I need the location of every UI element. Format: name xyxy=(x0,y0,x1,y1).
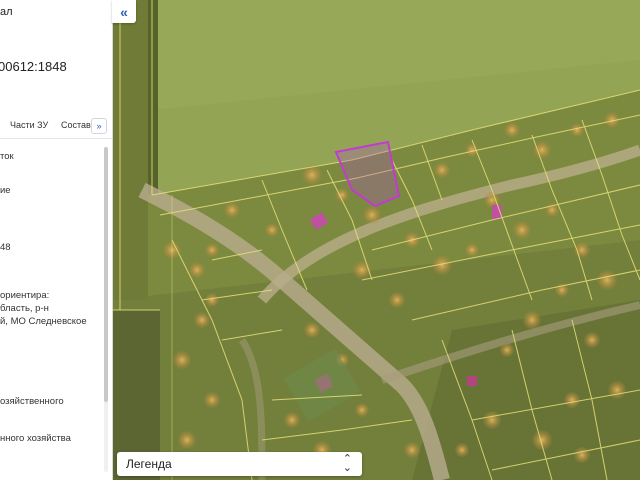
tab-composition[interactable]: Состав xyxy=(61,120,91,130)
satellite-map xyxy=(112,0,640,480)
field-line: й, МО Следневское xyxy=(0,316,87,327)
map-view[interactable] xyxy=(112,0,640,480)
field-line: озяйственного xyxy=(0,396,64,407)
info-panel: ал 00612:1848 Части ЗУ Состав » ток ие 4… xyxy=(0,0,113,480)
field-line: ие xyxy=(0,185,11,196)
field-line: ток xyxy=(0,151,14,162)
chevron-updown-icon: ⌃ ⌄ xyxy=(342,453,352,474)
legend-label: Легенда xyxy=(126,457,172,471)
cadastral-number: 00612:1848 xyxy=(0,59,67,74)
legend-dropdown[interactable]: Легенда ⌃ ⌄ xyxy=(117,452,362,476)
scrollbar-thumb[interactable] xyxy=(104,147,108,402)
field-line: 48 xyxy=(0,242,11,253)
field-line: нного хозяйства xyxy=(0,433,71,444)
panel-title-fragment: ал xyxy=(0,6,13,18)
tab-parts[interactable]: Части ЗУ xyxy=(10,120,48,130)
field-line: бласть, р-н xyxy=(0,303,49,314)
tabs-more-button[interactable]: » xyxy=(91,118,107,134)
field-line: ориентира: xyxy=(0,290,50,301)
collapse-panel-button[interactable]: « xyxy=(112,0,136,23)
